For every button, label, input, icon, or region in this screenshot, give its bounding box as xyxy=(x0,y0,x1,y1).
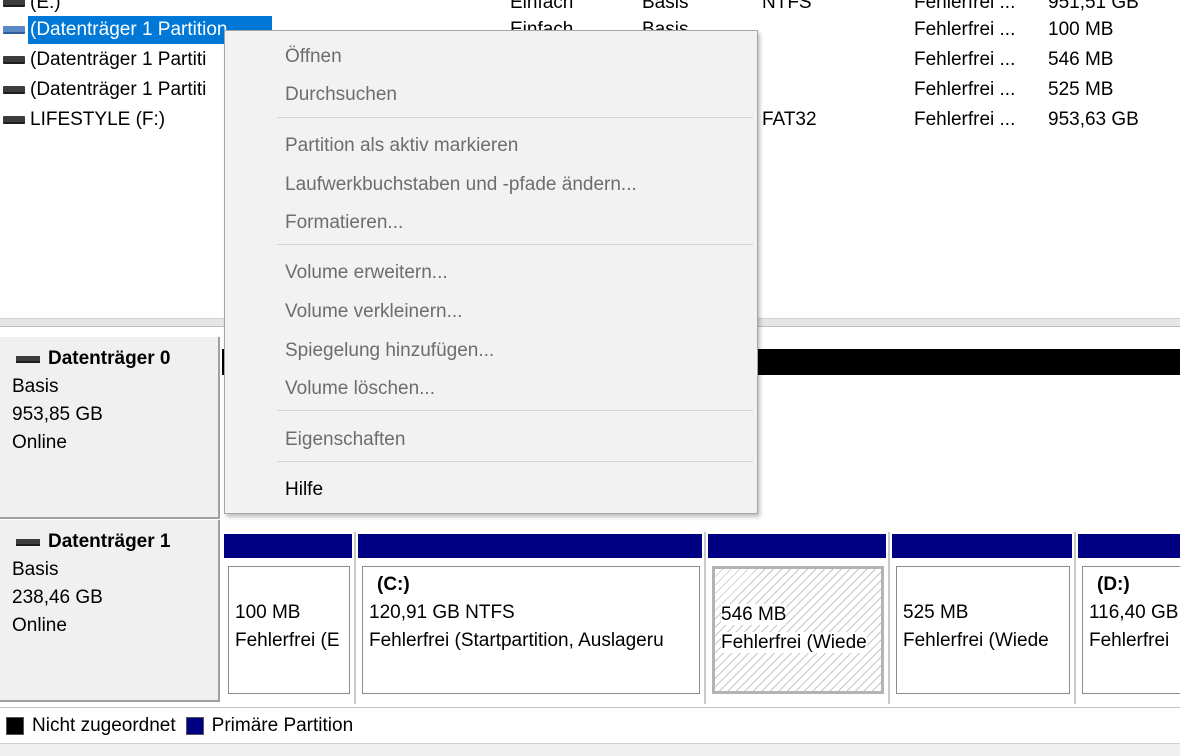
legend-swatch-unallocated xyxy=(6,716,24,735)
disk-icon xyxy=(16,355,40,363)
volume-row-e[interactable]: (E:) Einfach Basis NTFS Fehlerfrei ... 9… xyxy=(0,0,1180,17)
disk0-state: Online xyxy=(12,432,67,453)
legend: Nicht zugeordnet Primäre Partition xyxy=(0,707,1180,743)
volume-status: Fehlerfrei ... xyxy=(914,0,1016,13)
volume-filesystem: NTFS xyxy=(762,0,812,13)
volume-type: Basis xyxy=(642,0,689,13)
primary-partition-bar xyxy=(890,532,1074,558)
drive-icon xyxy=(3,26,25,34)
partition-size: 525 MB xyxy=(903,602,969,623)
legend-label: Primäre Partition xyxy=(211,714,354,736)
context-menu[interactable]: Öffnen Durchsuchen Partition als aktiv m… xyxy=(224,30,758,514)
partition-size: 100 MB xyxy=(235,602,301,623)
menu-item-delete-volume[interactable]: Volume löschen... xyxy=(225,370,757,408)
disk1-label[interactable]: Datenträger 1 Basis 238,46 GB Online xyxy=(0,520,220,702)
partition-recovery-525[interactable]: 525 MB Fehlerfrei (Wiede xyxy=(890,532,1076,704)
menu-item-help[interactable]: Hilfe xyxy=(225,471,757,509)
disk0-type: Basis xyxy=(12,376,59,397)
disk1-name: Datenträger 1 xyxy=(48,531,171,552)
menu-item-shrink-volume[interactable]: Volume verkleinern... xyxy=(225,293,757,331)
disk1-size: 238,46 GB xyxy=(12,587,103,608)
partition-name xyxy=(903,571,1063,599)
volume-name: (Datenträger 1 Partiti xyxy=(30,79,207,100)
disk0-label[interactable]: Datenträger 0 Basis 953,85 GB Online xyxy=(0,337,220,519)
volume-status: Fehlerfrei ... xyxy=(914,49,1016,70)
partition-name xyxy=(235,571,343,599)
primary-partition-bar xyxy=(222,532,354,558)
partition-name: (D:) xyxy=(1097,574,1130,595)
volume-capacity: 100 MB xyxy=(1048,19,1114,40)
menu-separator xyxy=(277,410,753,411)
menu-item-open[interactable]: Öffnen xyxy=(225,38,757,76)
volume-status: Fehlerfrei ... xyxy=(914,79,1016,100)
partition-status: Fehlerfrei (E xyxy=(235,630,340,651)
volume-capacity: 951,51 GB xyxy=(1048,0,1139,13)
volume-name: (E:) xyxy=(30,0,61,13)
menu-item-extend-volume[interactable]: Volume erweitern... xyxy=(225,254,757,292)
partition-size: 116,40 GB xyxy=(1089,602,1179,623)
partition-size: 120,91 GB NTFS xyxy=(369,602,515,623)
drive-icon xyxy=(3,0,25,7)
volume-status: Fehlerfrei ... xyxy=(914,109,1016,130)
volume-name: LIFESTYLE (F:) xyxy=(30,109,166,130)
partition-status: Fehlerfrei xyxy=(1089,630,1170,651)
volume-capacity: 525 MB xyxy=(1048,79,1114,100)
volume-status: Fehlerfrei ... xyxy=(914,19,1016,40)
partition-status: Fehlerfrei (Startpartition, Auslageru xyxy=(369,630,664,651)
primary-partition-bar xyxy=(706,532,888,558)
status-bar xyxy=(0,743,1180,756)
drive-icon xyxy=(3,56,25,64)
menu-item-format[interactable]: Formatieren... xyxy=(225,204,757,242)
disk0-size: 953,85 GB xyxy=(12,404,103,425)
partition-status: Fehlerfrei (Wiede xyxy=(721,632,867,653)
menu-separator xyxy=(277,117,753,118)
partition-name: (C:) xyxy=(377,574,410,595)
menu-separator xyxy=(277,244,753,245)
primary-partition-bar xyxy=(1076,532,1180,558)
legend-label: Nicht zugeordnet xyxy=(32,714,176,736)
menu-separator xyxy=(277,461,753,462)
menu-item-add-mirror[interactable]: Spiegelung hinzufügen... xyxy=(225,332,757,370)
menu-item-mark-active[interactable]: Partition als aktiv markieren xyxy=(225,127,757,165)
menu-item-change-drive-letter[interactable]: Laufwerkbuchstaben und -pfade ändern... xyxy=(225,166,757,204)
disk-icon xyxy=(16,538,40,546)
disk0-name: Datenträger 0 xyxy=(48,348,171,369)
partition-efi[interactable]: 100 MB Fehlerfrei (E xyxy=(222,532,356,704)
volume-layout: Einfach xyxy=(510,0,574,13)
volume-capacity: 546 MB xyxy=(1048,49,1114,70)
volume-capacity: 953,63 GB xyxy=(1048,109,1139,130)
partition-d[interactable]: (D:) 116,40 GB Fehlerfrei xyxy=(1076,532,1180,704)
partition-recovery-546[interactable]: 546 MB Fehlerfrei (Wiede xyxy=(706,532,890,704)
volume-filesystem: FAT32 xyxy=(762,109,817,130)
legend-primary: Primäre Partition xyxy=(185,714,354,737)
disk1-state: Online xyxy=(12,615,67,636)
menu-item-properties[interactable]: Eigenschaften xyxy=(225,421,757,459)
partition-status: Fehlerfrei (Wiede xyxy=(903,630,1049,651)
partition-size: 546 MB xyxy=(721,604,787,625)
disk1-type: Basis xyxy=(12,559,59,580)
menu-item-explore[interactable]: Durchsuchen xyxy=(225,76,757,114)
legend-unallocated: Nicht zugeordnet xyxy=(6,715,176,737)
primary-partition-bar xyxy=(356,532,704,558)
partition-c[interactable]: (C:) 120,91 GB NTFS Fehlerfrei (Startpar… xyxy=(356,532,706,704)
volume-name: (Datenträger 1 Partiti xyxy=(30,49,207,70)
drive-icon xyxy=(3,86,25,94)
legend-swatch-primary xyxy=(185,716,204,735)
drive-icon xyxy=(3,116,25,124)
partition-name xyxy=(721,573,875,601)
